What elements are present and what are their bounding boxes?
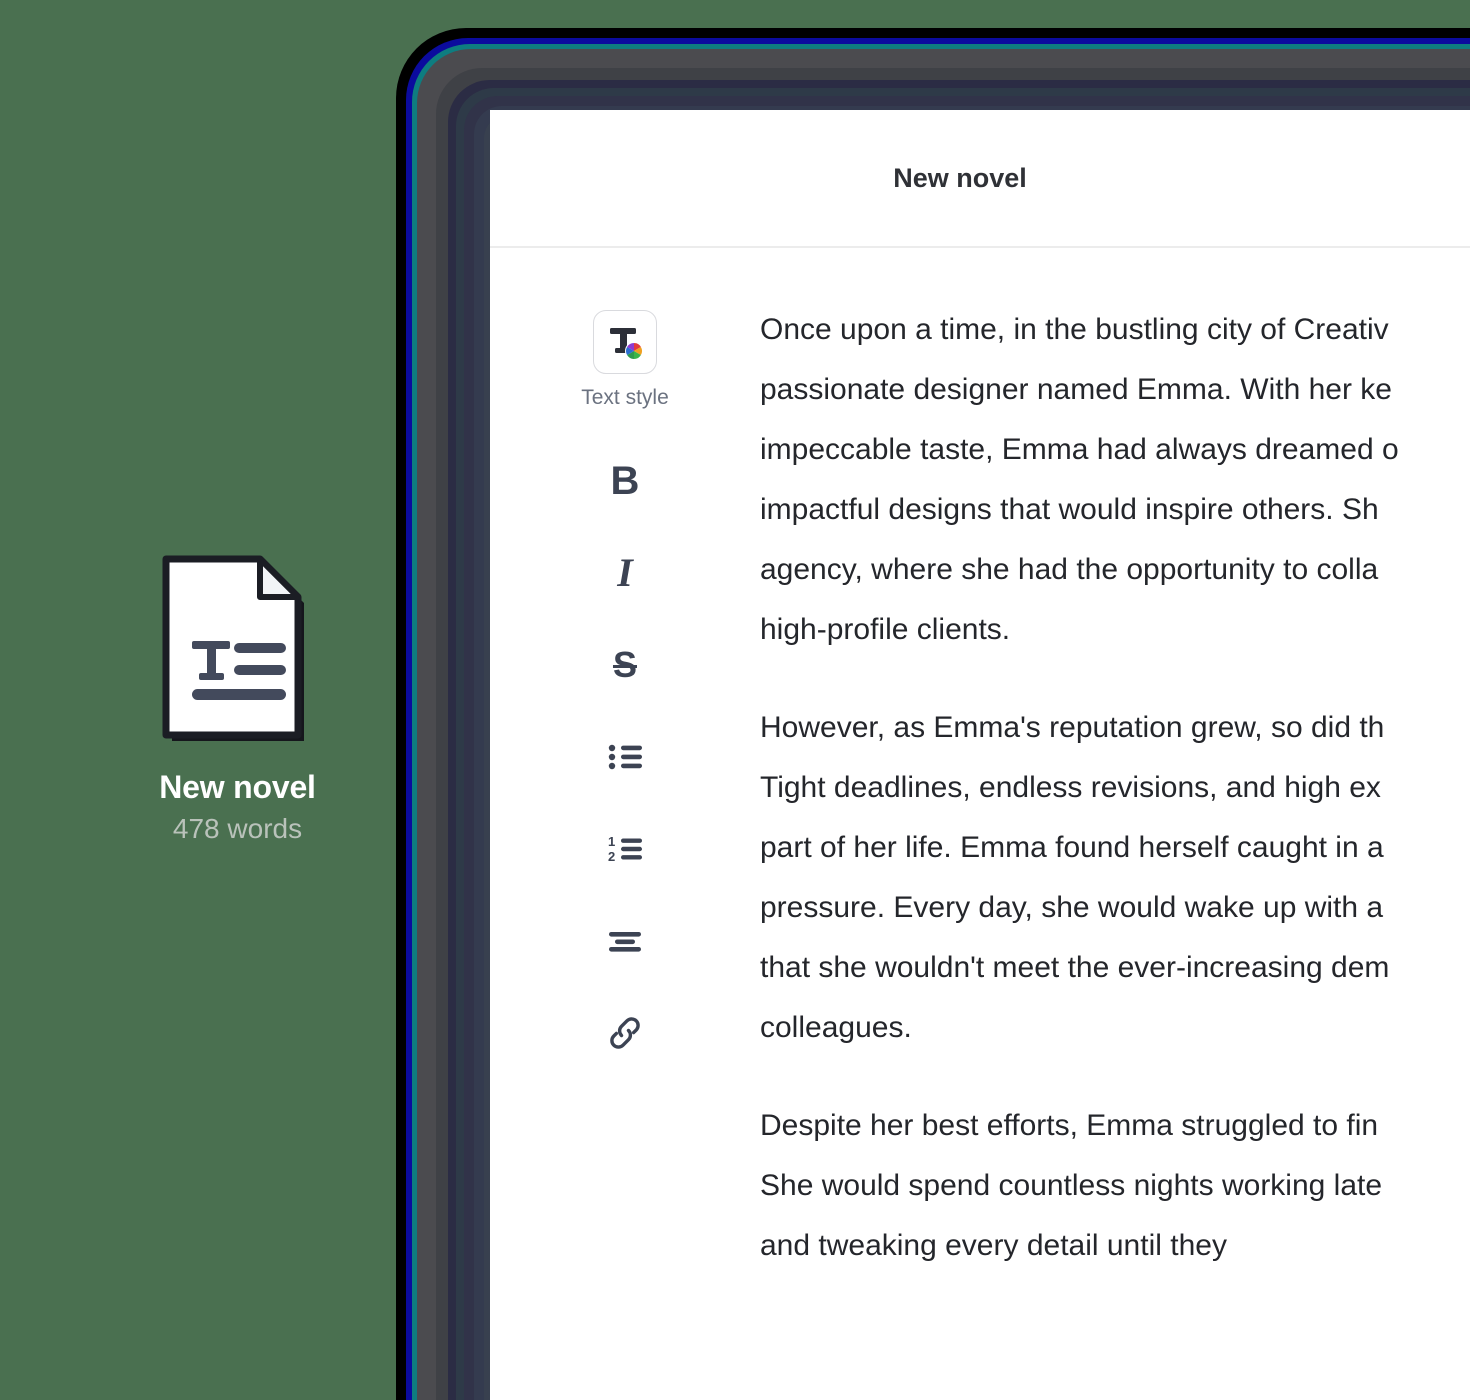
text-style-label: Text style (581, 386, 669, 409)
numbered-list-icon: 1 2 (608, 834, 642, 864)
text-line: high-profile clients. (760, 613, 1011, 646)
paragraph-2: However, as Emma's reputation grew, so d… (760, 698, 1470, 1058)
formatting-toolbar: Text style B I S 1 2 (490, 296, 760, 1068)
paragraph-3: Despite her best efforts, Emma struggled… (760, 1096, 1470, 1276)
text-line: However, as Emma's reputation grew, so d… (760, 711, 1385, 744)
text-line: impactful designs that would inspire oth… (760, 493, 1379, 526)
desktop-file-shortcut[interactable]: New novel 478 words (110, 555, 365, 845)
bullet-list-button[interactable] (590, 722, 660, 792)
editor-body: Text style B I S 1 2 Once upon a time, i… (490, 248, 1470, 1276)
text-line: Despite her best efforts, Emma struggled… (760, 1109, 1379, 1142)
text-line: impeccable taste, Emma had always dreame… (760, 433, 1399, 466)
bold-button[interactable]: B (590, 446, 660, 516)
text-line: agency, where she had the opportunity to… (760, 553, 1379, 586)
device-window-frame: New novel Text style B I S 1 2 Once upon… (396, 28, 1470, 1400)
text-line: pressure. Every day, she would wake up w… (760, 891, 1384, 924)
svg-text:2: 2 (608, 849, 615, 864)
text-line: that she wouldn't meet the ever-increasi… (760, 951, 1390, 984)
link-button[interactable] (590, 998, 660, 1068)
app-screen: New novel Text style B I S 1 2 Once upon… (490, 110, 1470, 1400)
text-line: Once upon a time, in the bustling city o… (760, 313, 1389, 346)
text-line: Tight deadlines, endless revisions, and … (760, 771, 1381, 804)
numbered-list-button[interactable]: 1 2 (590, 814, 660, 884)
text-document-icon (158, 555, 318, 750)
text-style-color-icon (610, 328, 643, 360)
text-line: She would spend countless nights working… (760, 1169, 1383, 1202)
text-style-button[interactable] (593, 310, 657, 374)
svg-text:1: 1 (608, 834, 615, 849)
document-text-area[interactable]: Once upon a time, in the bustling city o… (760, 296, 1470, 1276)
text-line: passionate designer named Emma. With her… (760, 373, 1392, 406)
italic-button[interactable]: I (590, 538, 660, 608)
file-word-count-label: 478 words (172, 813, 303, 845)
text-line: colleagues. (760, 1011, 912, 1044)
strikethrough-icon: S (612, 644, 637, 685)
link-icon (610, 1017, 640, 1049)
align-center-button[interactable] (590, 906, 660, 976)
file-name-label: New novel (159, 769, 316, 805)
italic-icon: I (617, 550, 633, 595)
text-line: part of her life. Emma found herself cau… (760, 831, 1384, 864)
app-header: New novel (490, 110, 1470, 248)
text-line: and tweaking every detail until they (760, 1229, 1227, 1262)
bold-icon: B (610, 459, 640, 503)
align-center-icon (609, 932, 641, 952)
strikethrough-button[interactable]: S (590, 630, 660, 700)
document-title: New novel (893, 162, 1027, 193)
paragraph-1: Once upon a time, in the bustling city o… (760, 300, 1470, 660)
bullet-list-icon (608, 744, 642, 770)
